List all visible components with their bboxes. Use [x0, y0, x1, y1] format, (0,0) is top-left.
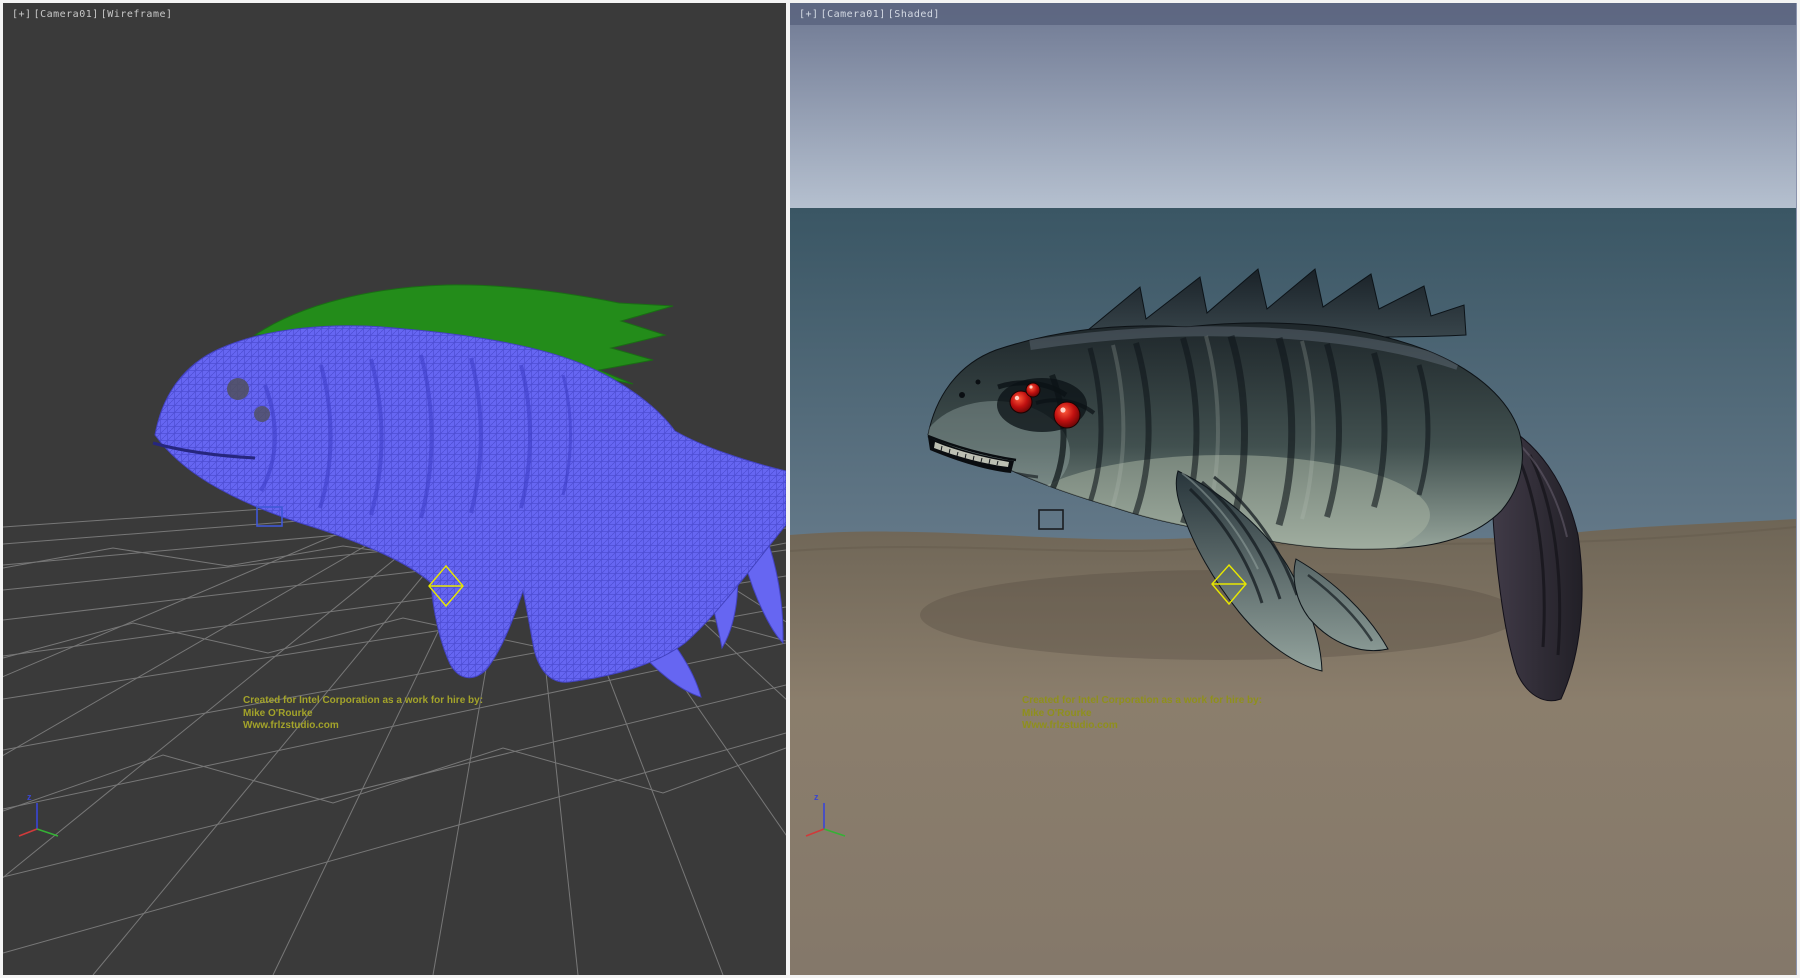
watermark-line-1: Created for Intel Corporation as a work …	[1022, 695, 1262, 708]
wireframe-fish-body[interactable]	[153, 326, 786, 682]
viewport-menu-shading[interactable]: [Shaded]	[888, 9, 940, 20]
fish-eyespot-large	[227, 378, 249, 400]
viewport-menu-general[interactable]: [+]	[799, 9, 819, 20]
axis-tripod: z	[15, 795, 65, 843]
wireframe-scene	[3, 3, 786, 975]
nostril	[959, 392, 965, 398]
viewport-canvas: [+] [Camera01] [Wireframe] Created for I…	[0, 0, 1800, 978]
viewport-menu-pov[interactable]: [Camera01]	[34, 9, 99, 20]
creator-watermark: Created for Intel Corporation as a work …	[1022, 695, 1262, 733]
viewport-label-wireframe: [+] [Camera01] [Wireframe]	[12, 9, 173, 20]
watermark-line-2: Mike O'Rourke	[243, 708, 483, 721]
watermark-line-2: Mike O'Rourke	[1022, 708, 1262, 721]
axis-z-label: z	[814, 792, 819, 802]
creator-watermark: Created for Intel Corporation as a work …	[243, 695, 483, 733]
eye-red-small	[1026, 383, 1040, 397]
fish-eyespot-small	[254, 406, 270, 422]
eye-red-large	[1054, 402, 1080, 428]
axis-tripod: z	[802, 795, 852, 843]
viewport-menu-pov[interactable]: [Camera01]	[821, 9, 886, 20]
shaded-scene	[790, 3, 1796, 975]
viewport-label-shaded: [+] [Camera01] [Shaded]	[799, 9, 940, 20]
watermark-line-3: Www.frlzstudio.com	[243, 720, 483, 733]
viewport-top-strip	[790, 3, 1796, 25]
viewport-wireframe[interactable]: [+] [Camera01] [Wireframe] Created for I…	[3, 3, 786, 975]
viewport-menu-general[interactable]: [+]	[12, 9, 32, 20]
fish-eyes	[997, 378, 1087, 432]
axis-z-label: z	[27, 792, 32, 802]
nostril	[976, 380, 981, 385]
axis-tripod-icon	[802, 795, 852, 843]
watermark-line-1: Created for Intel Corporation as a work …	[243, 695, 483, 708]
viewport-shaded[interactable]: [+] [Camera01] [Shaded] Created for Inte…	[790, 3, 1797, 975]
watermark-line-3: Www.frlzstudio.com	[1022, 720, 1262, 733]
viewport-menu-shading[interactable]: [Wireframe]	[101, 9, 173, 20]
axis-tripod-icon	[15, 795, 65, 843]
sky	[790, 3, 1796, 211]
